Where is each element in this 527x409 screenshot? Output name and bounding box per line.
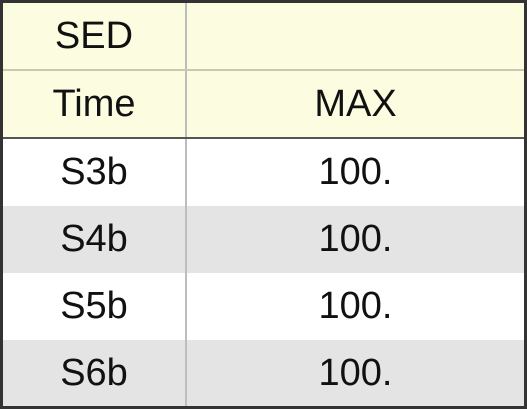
header-cell-time: Time (3, 70, 187, 139)
max-cell: 100. (186, 138, 524, 206)
table-header-row: SED (3, 3, 524, 71)
header-cell-empty (186, 3, 524, 71)
time-cell: S4b (3, 206, 187, 273)
table-row: S6b 100. (3, 340, 524, 406)
header-cell-max: MAX (186, 70, 524, 139)
max-cell: 100. (186, 340, 524, 406)
table-row: S3b 100. (3, 138, 524, 206)
max-cell: 100. (186, 273, 524, 340)
table-header-row: Time MAX (3, 70, 524, 139)
sed-table-frame: SED Time MAX S3b 100. S4b 100. S5b 100. … (0, 0, 527, 409)
header-cell-sed: SED (3, 3, 187, 71)
time-cell: S5b (3, 273, 187, 340)
time-cell: S6b (3, 340, 187, 406)
max-cell: 100. (186, 206, 524, 273)
time-cell: S3b (3, 138, 187, 206)
table-row: S4b 100. (3, 206, 524, 273)
table-row: S5b 100. (3, 273, 524, 340)
sed-time-max-table: SED Time MAX S3b 100. S4b 100. S5b 100. … (3, 3, 524, 406)
